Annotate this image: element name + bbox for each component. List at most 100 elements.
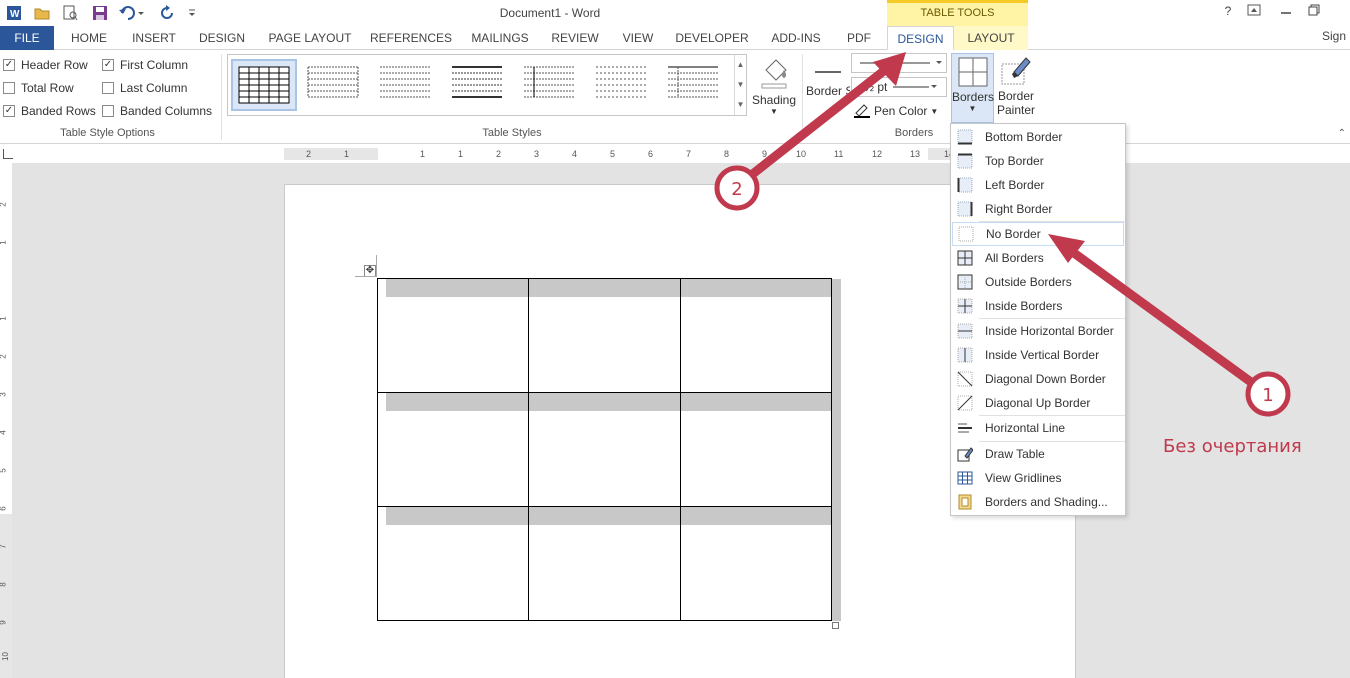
tab-mailings[interactable]: MAILINGS (464, 26, 536, 50)
tab-design[interactable]: DESIGN (194, 26, 250, 50)
ruler-tick-label: 8 (724, 149, 730, 159)
gallery-scroll[interactable]: ▲ ▼ ▼ (734, 55, 746, 115)
all-borders-icon (957, 250, 973, 266)
menu-item-label: Borders and Shading... (985, 495, 1108, 509)
customize-qat-icon[interactable] (186, 3, 198, 23)
line-weight-dropdown[interactable]: ½ pt (851, 77, 947, 97)
tab-view[interactable]: VIEW (614, 26, 662, 50)
border-styles-button[interactable]: Border Styles (806, 54, 850, 122)
ribbon-display-options-button[interactable] (1244, 4, 1264, 22)
tab-developer[interactable]: DEVELOPER (672, 26, 752, 50)
tab-pdf[interactable]: PDF (840, 26, 878, 50)
table-styles-gallery[interactable]: ▲ ▼ ▼ (227, 54, 747, 116)
pen-color-button[interactable]: Pen Color ▼ (853, 102, 938, 120)
menu-item-top-border[interactable]: Top Border (952, 149, 1124, 173)
menu-item-diagonal-down-border[interactable]: Diagonal Down Border (952, 367, 1124, 391)
print-preview-icon[interactable] (60, 3, 80, 23)
first-column-checkbox[interactable]: ✓ First Column (102, 56, 188, 74)
menu-item-label: Diagonal Up Border (985, 396, 1091, 410)
table-cell[interactable] (679, 506, 833, 621)
help-button[interactable]: ? (1218, 4, 1238, 22)
collapse-ribbon-icon[interactable]: ⌃ (1338, 128, 1346, 139)
header-row-checkbox[interactable]: ✓ Header Row (3, 56, 88, 74)
menu-item-inside-vertical-border[interactable]: Inside Vertical Border (952, 343, 1124, 367)
ruler-tick-label: 1 (458, 149, 464, 159)
menu-item-inside-horizontal-border[interactable]: Inside Horizontal Border (952, 319, 1124, 343)
table-cell[interactable] (376, 392, 530, 507)
borders-dropdown-menu: Bottom Border Top Border Left Border Right … (950, 123, 1126, 516)
banded-rows-checkbox[interactable]: ✓ Banded Rows (3, 102, 96, 120)
vertical-ruler[interactable]: 2 1 1 2 3 4 5 6 7 8 9 10 (0, 184, 12, 678)
menu-item-draw-table[interactable]: Draw Table (952, 442, 1124, 466)
tab-home[interactable]: HOME (64, 26, 114, 50)
menu-item-all-borders[interactable]: All Borders (952, 246, 1124, 270)
table-style-plain-4[interactable] (518, 59, 584, 111)
sign-in-link[interactable]: Sign (1322, 26, 1346, 46)
table-style-plain-5[interactable] (590, 59, 656, 111)
ruler-tick-label: 2 (0, 354, 8, 358)
borders-grid-icon (952, 57, 993, 90)
tab-file[interactable]: FILE (0, 26, 54, 50)
menu-item-diagonal-up-border[interactable]: Diagonal Up Border (952, 391, 1124, 415)
table-style-plain-6[interactable] (662, 59, 728, 111)
menu-item-label: View Gridlines (985, 471, 1062, 485)
total-row-checkbox[interactable]: Total Row (3, 79, 74, 97)
word-table[interactable] (376, 278, 833, 621)
ruler-tick-label: 10 (0, 652, 10, 661)
tab-insert[interactable]: INSERT (126, 26, 182, 50)
outside-borders-icon (957, 274, 973, 290)
table-cell[interactable] (528, 392, 681, 507)
table-resize-handle[interactable] (832, 622, 839, 629)
tab-add-ins[interactable]: ADD-INS (762, 26, 830, 50)
menu-item-no-border[interactable]: No Border (952, 222, 1124, 246)
menu-item-right-border[interactable]: Right Border (952, 197, 1124, 221)
last-column-checkbox[interactable]: Last Column (102, 79, 187, 97)
menu-item-label: Top Border (985, 154, 1044, 168)
menu-item-label: Right Border (985, 202, 1053, 216)
border-painter-button[interactable]: Border Painter (995, 54, 1037, 124)
table-cell[interactable] (376, 278, 530, 393)
tab-review[interactable]: REVIEW (546, 26, 604, 50)
menu-item-left-border[interactable]: Left Border (952, 173, 1124, 197)
tab-table-layout[interactable]: LAYOUT (958, 26, 1024, 50)
menu-item-horizontal-line[interactable]: Horizontal Line (952, 416, 1124, 440)
line-style-dropdown[interactable] (851, 53, 947, 73)
table-cell[interactable] (528, 506, 681, 621)
group-divider (802, 54, 803, 140)
minimize-button[interactable] (1276, 4, 1296, 22)
table-style-plain-3[interactable] (446, 59, 512, 111)
checkmark-icon: ✓ (3, 59, 15, 71)
table-cell[interactable] (679, 392, 833, 507)
horizontal-ruler[interactable]: 2 1 1 1 2 3 4 5 6 7 8 9 10 11 12 13 14 (284, 148, 954, 160)
ruler-tick-label: 7 (686, 149, 692, 159)
menu-item-bottom-border[interactable]: Bottom Border (952, 125, 1124, 149)
tab-page-layout[interactable]: PAGE LAYOUT (262, 26, 358, 50)
table-style-plain-2[interactable] (374, 59, 440, 111)
save-icon[interactable] (90, 3, 110, 23)
more-styles-icon[interactable]: ▼ (735, 95, 746, 115)
table-style-grid[interactable] (231, 59, 297, 111)
borders-button[interactable]: Borders ▼ (951, 53, 994, 123)
no-border-icon (958, 226, 974, 242)
shading-button[interactable]: Shading ▼ (750, 54, 798, 120)
tab-table-design[interactable]: DESIGN (887, 26, 954, 50)
scroll-down-icon[interactable]: ▼ (735, 75, 746, 95)
table-cell[interactable] (528, 278, 681, 393)
menu-item-inside-borders[interactable]: Inside Borders (952, 294, 1124, 318)
shading-bucket-icon (750, 54, 798, 93)
open-icon[interactable] (32, 3, 52, 23)
banded-columns-checkbox[interactable]: Banded Columns (102, 102, 212, 120)
table-shading (832, 279, 841, 621)
tab-selector-icon[interactable] (3, 149, 13, 159)
redo-icon[interactable] (158, 3, 178, 23)
menu-item-outside-borders[interactable]: Outside Borders (952, 270, 1124, 294)
menu-item-borders-shading[interactable]: Borders and Shading... (952, 490, 1124, 514)
undo-icon[interactable] (118, 3, 146, 23)
tab-references[interactable]: REFERENCES (368, 26, 454, 50)
table-cell[interactable] (679, 278, 833, 393)
restore-button[interactable] (1304, 4, 1324, 22)
table-cell[interactable] (376, 506, 530, 621)
scroll-up-icon[interactable]: ▲ (735, 55, 746, 75)
table-style-plain-1[interactable] (302, 59, 368, 111)
menu-item-view-gridlines[interactable]: View Gridlines (952, 466, 1124, 490)
